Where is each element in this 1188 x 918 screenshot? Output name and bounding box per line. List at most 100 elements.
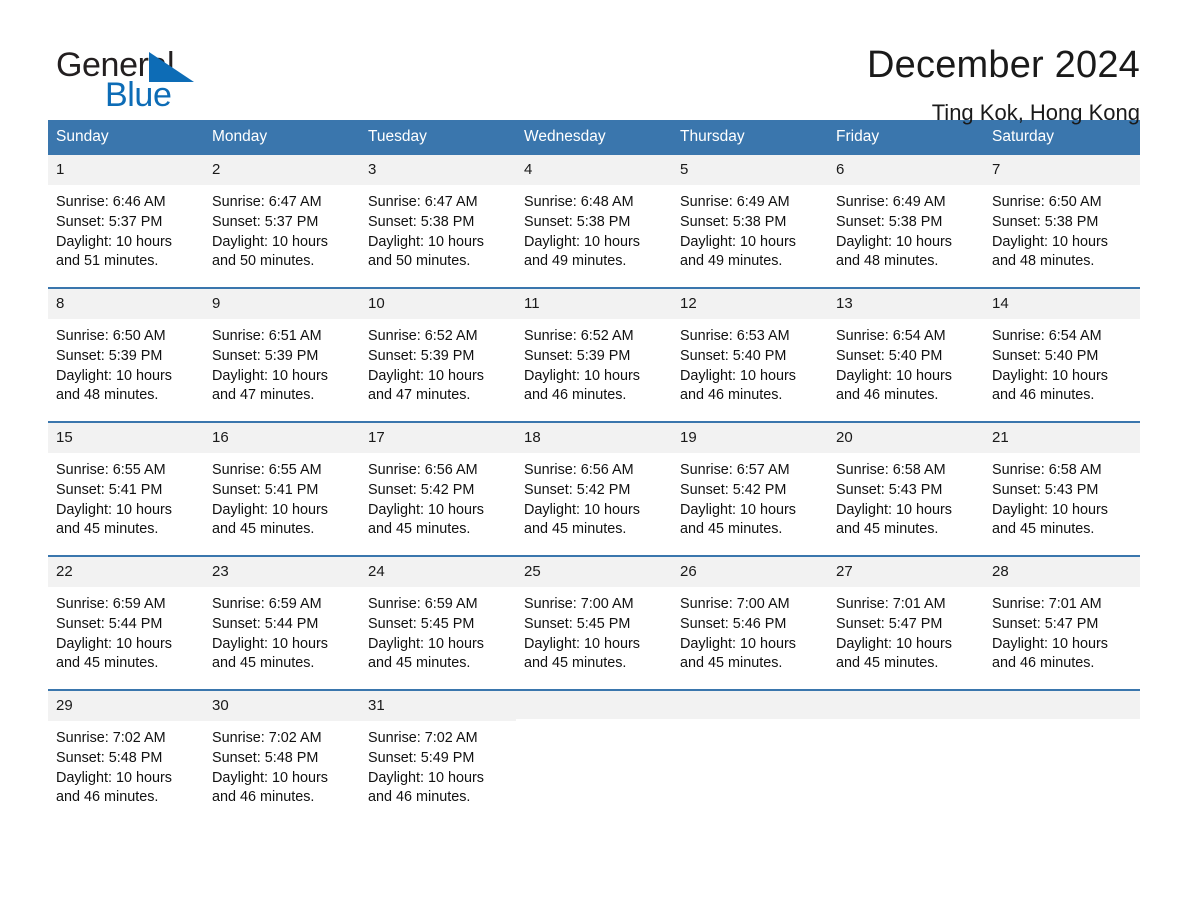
day-number: 8 bbox=[48, 288, 204, 320]
calendar-day-cell[interactable]: 14 Sunrise: 6:54 AM Sunset: 5:40 PM Dayligh… bbox=[984, 288, 1140, 407]
day-details: Sunrise: 6:59 AM Sunset: 5:44 PM Daylight:… bbox=[204, 587, 360, 674]
day-number: 9 bbox=[204, 288, 360, 320]
daylight-text-line2: and 46 minutes. bbox=[836, 387, 939, 404]
calendar-day-cell[interactable]: 25 Sunrise: 7:00 AM Sunset: 5:45 PM Dayligh… bbox=[516, 556, 672, 675]
daylight-text-line2: and 49 minutes. bbox=[524, 253, 627, 270]
daylight-text-line2: and 50 minutes. bbox=[368, 253, 471, 270]
sunrise-text: Sunrise: 7:02 AM bbox=[56, 730, 166, 747]
calendar-day-cell[interactable]: 17 Sunrise: 6:56 AM Sunset: 5:42 PM Dayligh… bbox=[360, 422, 516, 541]
daylight-text-line2: and 48 minutes. bbox=[992, 253, 1095, 270]
day-number: 6 bbox=[828, 154, 984, 186]
daylight-text-line2: and 45 minutes. bbox=[368, 655, 471, 672]
day-number: 26 bbox=[672, 556, 828, 588]
sunrise-text: Sunrise: 6:48 AM bbox=[524, 194, 634, 211]
day-number: 3 bbox=[360, 154, 516, 186]
calendar-day-cell[interactable]: 24 Sunrise: 6:59 AM Sunset: 5:45 PM Dayligh… bbox=[360, 556, 516, 675]
calendar-week-row: 8 Sunrise: 6:50 AM Sunset: 5:39 PM Daylight… bbox=[48, 286, 1140, 407]
daylight-text-line1: Daylight: 10 hours bbox=[836, 367, 952, 384]
daylight-text-line2: and 45 minutes. bbox=[212, 655, 315, 672]
daylight-text-line1: Daylight: 10 hours bbox=[368, 233, 484, 250]
day-details: Sunrise: 6:49 AM Sunset: 5:38 PM Daylight:… bbox=[828, 185, 984, 272]
day-details: Sunrise: 6:52 AM Sunset: 5:39 PM Daylight:… bbox=[360, 319, 516, 406]
daylight-text-line1: Daylight: 10 hours bbox=[992, 367, 1108, 384]
calendar-day-cell[interactable]: 9 Sunrise: 6:51 AM Sunset: 5:39 PM Daylight… bbox=[204, 288, 360, 407]
daylight-text-line1: Daylight: 10 hours bbox=[212, 501, 328, 518]
calendar-day-cell[interactable]: 28 Sunrise: 7:01 AM Sunset: 5:47 PM Dayligh… bbox=[984, 556, 1140, 675]
sunrise-text: Sunrise: 7:02 AM bbox=[212, 730, 322, 747]
weekday-tuesday: Tuesday bbox=[368, 128, 427, 145]
daylight-text-line2: and 45 minutes. bbox=[524, 655, 627, 672]
calendar-day-cell[interactable]: 12 Sunrise: 6:53 AM Sunset: 5:40 PM Dayligh… bbox=[672, 288, 828, 407]
calendar-day-cell[interactable]: 13 Sunrise: 6:54 AM Sunset: 5:40 PM Dayligh… bbox=[828, 288, 984, 407]
calendar-day-cell[interactable]: 26 Sunrise: 7:00 AM Sunset: 5:46 PM Dayligh… bbox=[672, 556, 828, 675]
day-details: Sunrise: 6:57 AM Sunset: 5:42 PM Daylight:… bbox=[672, 453, 828, 540]
calendar-day-cell[interactable]: 10 Sunrise: 6:52 AM Sunset: 5:39 PM Dayligh… bbox=[360, 288, 516, 407]
month-calendar: Sunday Monday Tuesday Wednesday Thursday… bbox=[48, 120, 1140, 809]
day-number: 17 bbox=[360, 422, 516, 454]
calendar-day-cell[interactable]: 15 Sunrise: 6:55 AM Sunset: 5:41 PM Dayligh… bbox=[48, 422, 204, 541]
calendar-day-cell[interactable]: 8 Sunrise: 6:50 AM Sunset: 5:39 PM Daylight… bbox=[48, 288, 204, 407]
sunset-text: Sunset: 5:48 PM bbox=[56, 749, 163, 766]
sunset-text: Sunset: 5:39 PM bbox=[368, 347, 475, 364]
calendar-day-cell[interactable]: 2 Sunrise: 6:47 AM Sunset: 5:37 PM Daylight… bbox=[204, 154, 360, 273]
day-details: Sunrise: 6:56 AM Sunset: 5:42 PM Daylight:… bbox=[516, 453, 672, 540]
calendar-day-cell[interactable]: 23 Sunrise: 6:59 AM Sunset: 5:44 PM Dayligh… bbox=[204, 556, 360, 675]
daylight-text-line2: and 47 minutes. bbox=[212, 387, 315, 404]
calendar-day-empty bbox=[672, 690, 828, 809]
daylight-text-line2: and 46 minutes. bbox=[212, 789, 315, 806]
calendar-day-cell[interactable]: 21 Sunrise: 6:58 AM Sunset: 5:43 PM Dayligh… bbox=[984, 422, 1140, 541]
daylight-text-line1: Daylight: 10 hours bbox=[212, 769, 328, 786]
daylight-text-line2: and 46 minutes. bbox=[524, 387, 627, 404]
daylight-text-line2: and 45 minutes. bbox=[212, 521, 315, 538]
sunset-text: Sunset: 5:49 PM bbox=[368, 749, 475, 766]
sunset-text: Sunset: 5:43 PM bbox=[836, 481, 943, 498]
calendar-day-cell[interactable]: 31 Sunrise: 7:02 AM Sunset: 5:49 PM Dayligh… bbox=[360, 690, 516, 809]
calendar-day-cell[interactable]: 18 Sunrise: 6:56 AM Sunset: 5:42 PM Dayligh… bbox=[516, 422, 672, 541]
calendar-day-cell[interactable]: 11 Sunrise: 6:52 AM Sunset: 5:39 PM Dayligh… bbox=[516, 288, 672, 407]
sunset-text: Sunset: 5:39 PM bbox=[56, 347, 163, 364]
title-block: December 2024 Ting Kok, Hong Kong bbox=[867, 42, 1140, 125]
calendar-day-cell[interactable]: 29 Sunrise: 7:02 AM Sunset: 5:48 PM Dayligh… bbox=[48, 690, 204, 809]
daylight-text-line2: and 46 minutes. bbox=[992, 655, 1095, 672]
sunset-text: Sunset: 5:45 PM bbox=[524, 615, 631, 632]
daylight-text-line1: Daylight: 10 hours bbox=[56, 233, 172, 250]
calendar-day-cell[interactable]: 27 Sunrise: 7:01 AM Sunset: 5:47 PM Dayligh… bbox=[828, 556, 984, 675]
calendar-day-cell[interactable]: 5 Sunrise: 6:49 AM Sunset: 5:38 PM Daylight… bbox=[672, 154, 828, 273]
weekday-friday: Friday bbox=[836, 128, 880, 145]
calendar-day-cell[interactable]: 4 Sunrise: 6:48 AM Sunset: 5:38 PM Daylight… bbox=[516, 154, 672, 273]
daylight-text-line2: and 49 minutes. bbox=[680, 253, 783, 270]
sunrise-text: Sunrise: 6:47 AM bbox=[368, 194, 478, 211]
daylight-text-line1: Daylight: 10 hours bbox=[992, 233, 1108, 250]
day-details: Sunrise: 6:50 AM Sunset: 5:38 PM Daylight:… bbox=[984, 185, 1140, 272]
day-number: 23 bbox=[204, 556, 360, 588]
calendar-week-row: 15 Sunrise: 6:55 AM Sunset: 5:41 PM Dayligh… bbox=[48, 420, 1140, 541]
day-details: Sunrise: 6:54 AM Sunset: 5:40 PM Daylight:… bbox=[828, 319, 984, 406]
calendar-day-cell[interactable]: 22 Sunrise: 6:59 AM Sunset: 5:44 PM Dayligh… bbox=[48, 556, 204, 675]
sunset-text: Sunset: 5:47 PM bbox=[836, 615, 943, 632]
calendar-day-cell[interactable]: 6 Sunrise: 6:49 AM Sunset: 5:38 PM Daylight… bbox=[828, 154, 984, 273]
sunset-text: Sunset: 5:41 PM bbox=[56, 481, 163, 498]
sunrise-text: Sunrise: 6:57 AM bbox=[680, 462, 790, 479]
sunset-text: Sunset: 5:42 PM bbox=[524, 481, 631, 498]
general-blue-logo[interactable]: General Blue bbox=[48, 42, 238, 118]
day-details: Sunrise: 6:55 AM Sunset: 5:41 PM Daylight:… bbox=[204, 453, 360, 540]
day-details: Sunrise: 7:00 AM Sunset: 5:46 PM Daylight:… bbox=[672, 587, 828, 674]
calendar-day-cell[interactable]: 20 Sunrise: 6:58 AM Sunset: 5:43 PM Dayligh… bbox=[828, 422, 984, 541]
day-number: 25 bbox=[516, 556, 672, 588]
calendar-day-cell[interactable]: 30 Sunrise: 7:02 AM Sunset: 5:48 PM Dayligh… bbox=[204, 690, 360, 809]
weekday-thursday: Thursday bbox=[680, 128, 745, 145]
calendar-day-cell[interactable]: 19 Sunrise: 6:57 AM Sunset: 5:42 PM Dayligh… bbox=[672, 422, 828, 541]
day-number: 16 bbox=[204, 422, 360, 454]
calendar-week-row: 22 Sunrise: 6:59 AM Sunset: 5:44 PM Dayligh… bbox=[48, 554, 1140, 675]
calendar-day-cell[interactable]: 3 Sunrise: 6:47 AM Sunset: 5:38 PM Daylight… bbox=[360, 154, 516, 273]
daylight-text-line1: Daylight: 10 hours bbox=[56, 501, 172, 518]
daylight-text-line2: and 48 minutes. bbox=[836, 253, 939, 270]
sunset-text: Sunset: 5:37 PM bbox=[56, 213, 163, 230]
calendar-day-empty bbox=[984, 690, 1140, 809]
calendar-day-cell[interactable]: 7 Sunrise: 6:50 AM Sunset: 5:38 PM Daylight… bbox=[984, 154, 1140, 273]
day-details: Sunrise: 6:58 AM Sunset: 5:43 PM Daylight:… bbox=[828, 453, 984, 540]
sunrise-text: Sunrise: 6:49 AM bbox=[680, 194, 790, 211]
calendar-day-cell[interactable]: 16 Sunrise: 6:55 AM Sunset: 5:41 PM Dayligh… bbox=[204, 422, 360, 541]
day-details: Sunrise: 6:48 AM Sunset: 5:38 PM Daylight:… bbox=[516, 185, 672, 272]
calendar-day-cell[interactable]: 1 Sunrise: 6:46 AM Sunset: 5:37 PM Daylight… bbox=[48, 154, 204, 273]
